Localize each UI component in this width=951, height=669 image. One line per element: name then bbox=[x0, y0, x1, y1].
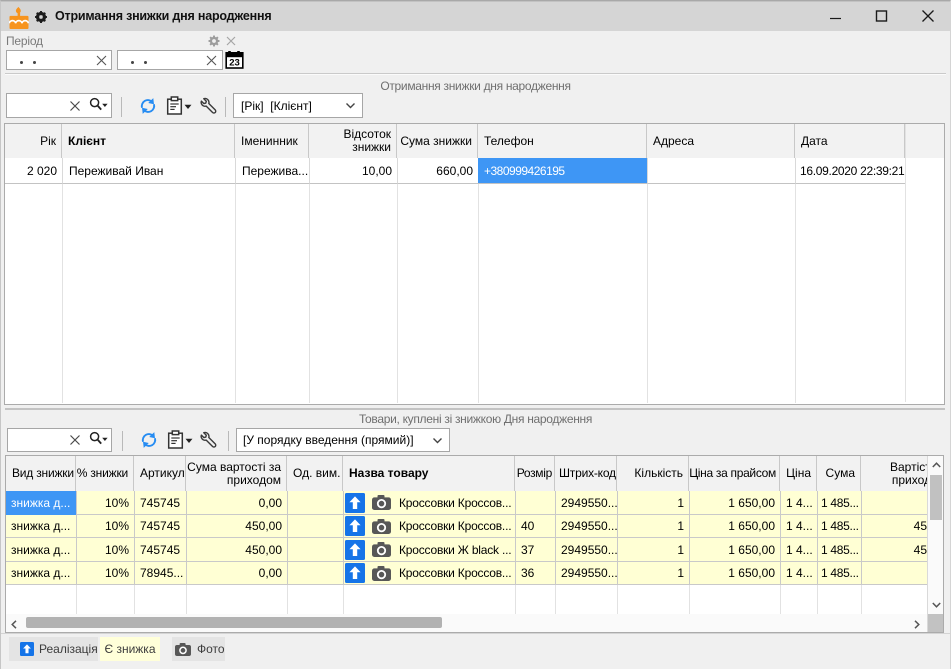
svg-text:23: 23 bbox=[229, 57, 240, 68]
